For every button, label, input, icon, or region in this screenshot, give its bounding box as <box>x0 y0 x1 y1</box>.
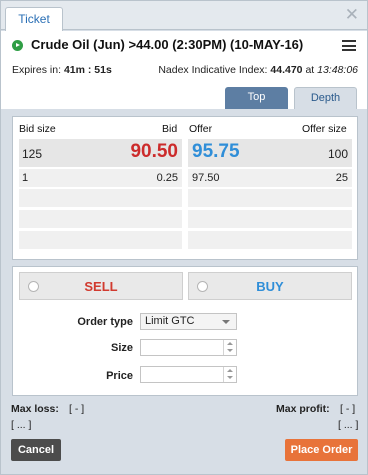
price-label: Price <box>106 370 133 382</box>
view-tabs: Top Depth <box>1 84 367 109</box>
ticket-window: Ticket ✕ Crude Oil (Jun) >44.00 (2:30PM)… <box>0 0 368 475</box>
bid-cell <box>19 210 182 228</box>
depth-row-empty <box>19 210 352 228</box>
offer-cell <box>188 189 352 207</box>
spin-down-icon[interactable] <box>227 376 233 379</box>
chevron-down-icon <box>222 320 230 324</box>
buy-button[interactable]: BUY <box>188 272 352 300</box>
play-circle-icon <box>12 40 23 51</box>
bid-header: Bid <box>162 123 178 135</box>
index-at: at <box>305 64 315 76</box>
best-offer-price: 95.75 <box>192 141 240 162</box>
offer-cell[interactable]: 97.50 25 <box>188 169 352 187</box>
menu-icon[interactable] <box>342 40 356 51</box>
buy-label: BUY <box>256 279 284 294</box>
depth-row[interactable]: 1 0.25 97.50 25 <box>19 169 352 187</box>
order-type-value: Limit GTC <box>145 315 195 327</box>
depth-row-best[interactable]: 125 90.50 95.75 100 <box>19 139 352 167</box>
sell-button[interactable]: SELL <box>19 272 183 300</box>
bid-cell <box>19 231 182 249</box>
offer-size-header: Offer size <box>302 123 347 135</box>
indicative-index: Nadex Indicative Index: 44.470 at 13:48:… <box>158 64 358 76</box>
price-spinner[interactable] <box>223 367 236 382</box>
offer-price: 97.50 <box>192 172 220 184</box>
size-spinner[interactable] <box>223 340 236 355</box>
bid-cell[interactable]: 1 0.25 <box>19 169 182 187</box>
close-icon[interactable]: ✕ <box>345 6 359 23</box>
expires-label: Expires in: <box>12 64 62 76</box>
size-stepper[interactable] <box>140 339 237 356</box>
max-profit-label: Max profit: <box>276 403 330 415</box>
tab-top[interactable]: Top <box>225 87 288 109</box>
bid-size: 1 <box>22 172 29 184</box>
best-bid-size: 125 <box>22 147 43 161</box>
offer-size: 25 <box>335 172 348 184</box>
max-profit-value: [ - ] <box>340 403 356 415</box>
place-order-button[interactable]: Place Order <box>285 439 358 461</box>
bid-size-header: Bid size <box>19 123 56 135</box>
size-input[interactable] <box>141 340 221 355</box>
tab-depth[interactable]: Depth <box>294 87 357 109</box>
best-offer-size: 100 <box>327 147 348 161</box>
order-type-label: Order type <box>77 316 133 328</box>
offer-cell[interactable]: 95.75 100 <box>188 139 352 167</box>
market-depth-panel: Bid size Bid Offer Offer size 125 90.50 … <box>12 116 358 260</box>
spin-up-icon[interactable] <box>227 369 233 372</box>
offer-header: Offer <box>189 123 213 135</box>
max-loss-label: Max loss: <box>11 403 59 415</box>
max-loss-value: [ - ] <box>69 403 85 415</box>
index-time: 13:48:06 <box>317 64 358 76</box>
index-label: Nadex Indicative Index: <box>158 64 268 76</box>
size-label: Size <box>110 342 133 354</box>
depth-row-empty <box>19 231 352 249</box>
expires-info: Expires in: 41m : 51s <box>12 64 112 76</box>
expires-value: 41m : 51s <box>63 64 112 76</box>
order-type-select[interactable]: Limit GTC <box>140 313 237 330</box>
market-title: Crude Oil (Jun) >44.00 (2:30PM) (10-MAY-… <box>31 37 304 52</box>
spin-down-icon[interactable] <box>227 349 233 352</box>
bid-cell[interactable]: 125 90.50 <box>19 139 182 167</box>
price-stepper[interactable] <box>140 366 237 383</box>
bid-cell <box>19 189 182 207</box>
max-loss-detail: [ ... ] <box>11 419 32 431</box>
index-value: 44.470 <box>270 64 303 76</box>
window-tabbar: Ticket ✕ <box>1 1 367 31</box>
cancel-button[interactable]: Cancel <box>11 439 61 461</box>
bid-price: 0.25 <box>156 172 178 184</box>
order-panel: SELL BUY Order type Limit GTC Size Price <box>12 266 358 396</box>
offer-cell <box>188 210 352 228</box>
offer-cell <box>188 231 352 249</box>
max-profit-detail: [ ... ] <box>338 419 359 431</box>
sell-label: SELL <box>84 279 118 294</box>
price-input[interactable] <box>141 367 221 382</box>
spin-up-icon[interactable] <box>227 342 233 345</box>
tab-ticket[interactable]: Ticket <box>5 7 63 31</box>
ticket-header: Crude Oil (Jun) >44.00 (2:30PM) (10-MAY-… <box>1 31 367 84</box>
best-bid-price: 90.50 <box>130 141 178 162</box>
depth-row-empty <box>19 189 352 207</box>
